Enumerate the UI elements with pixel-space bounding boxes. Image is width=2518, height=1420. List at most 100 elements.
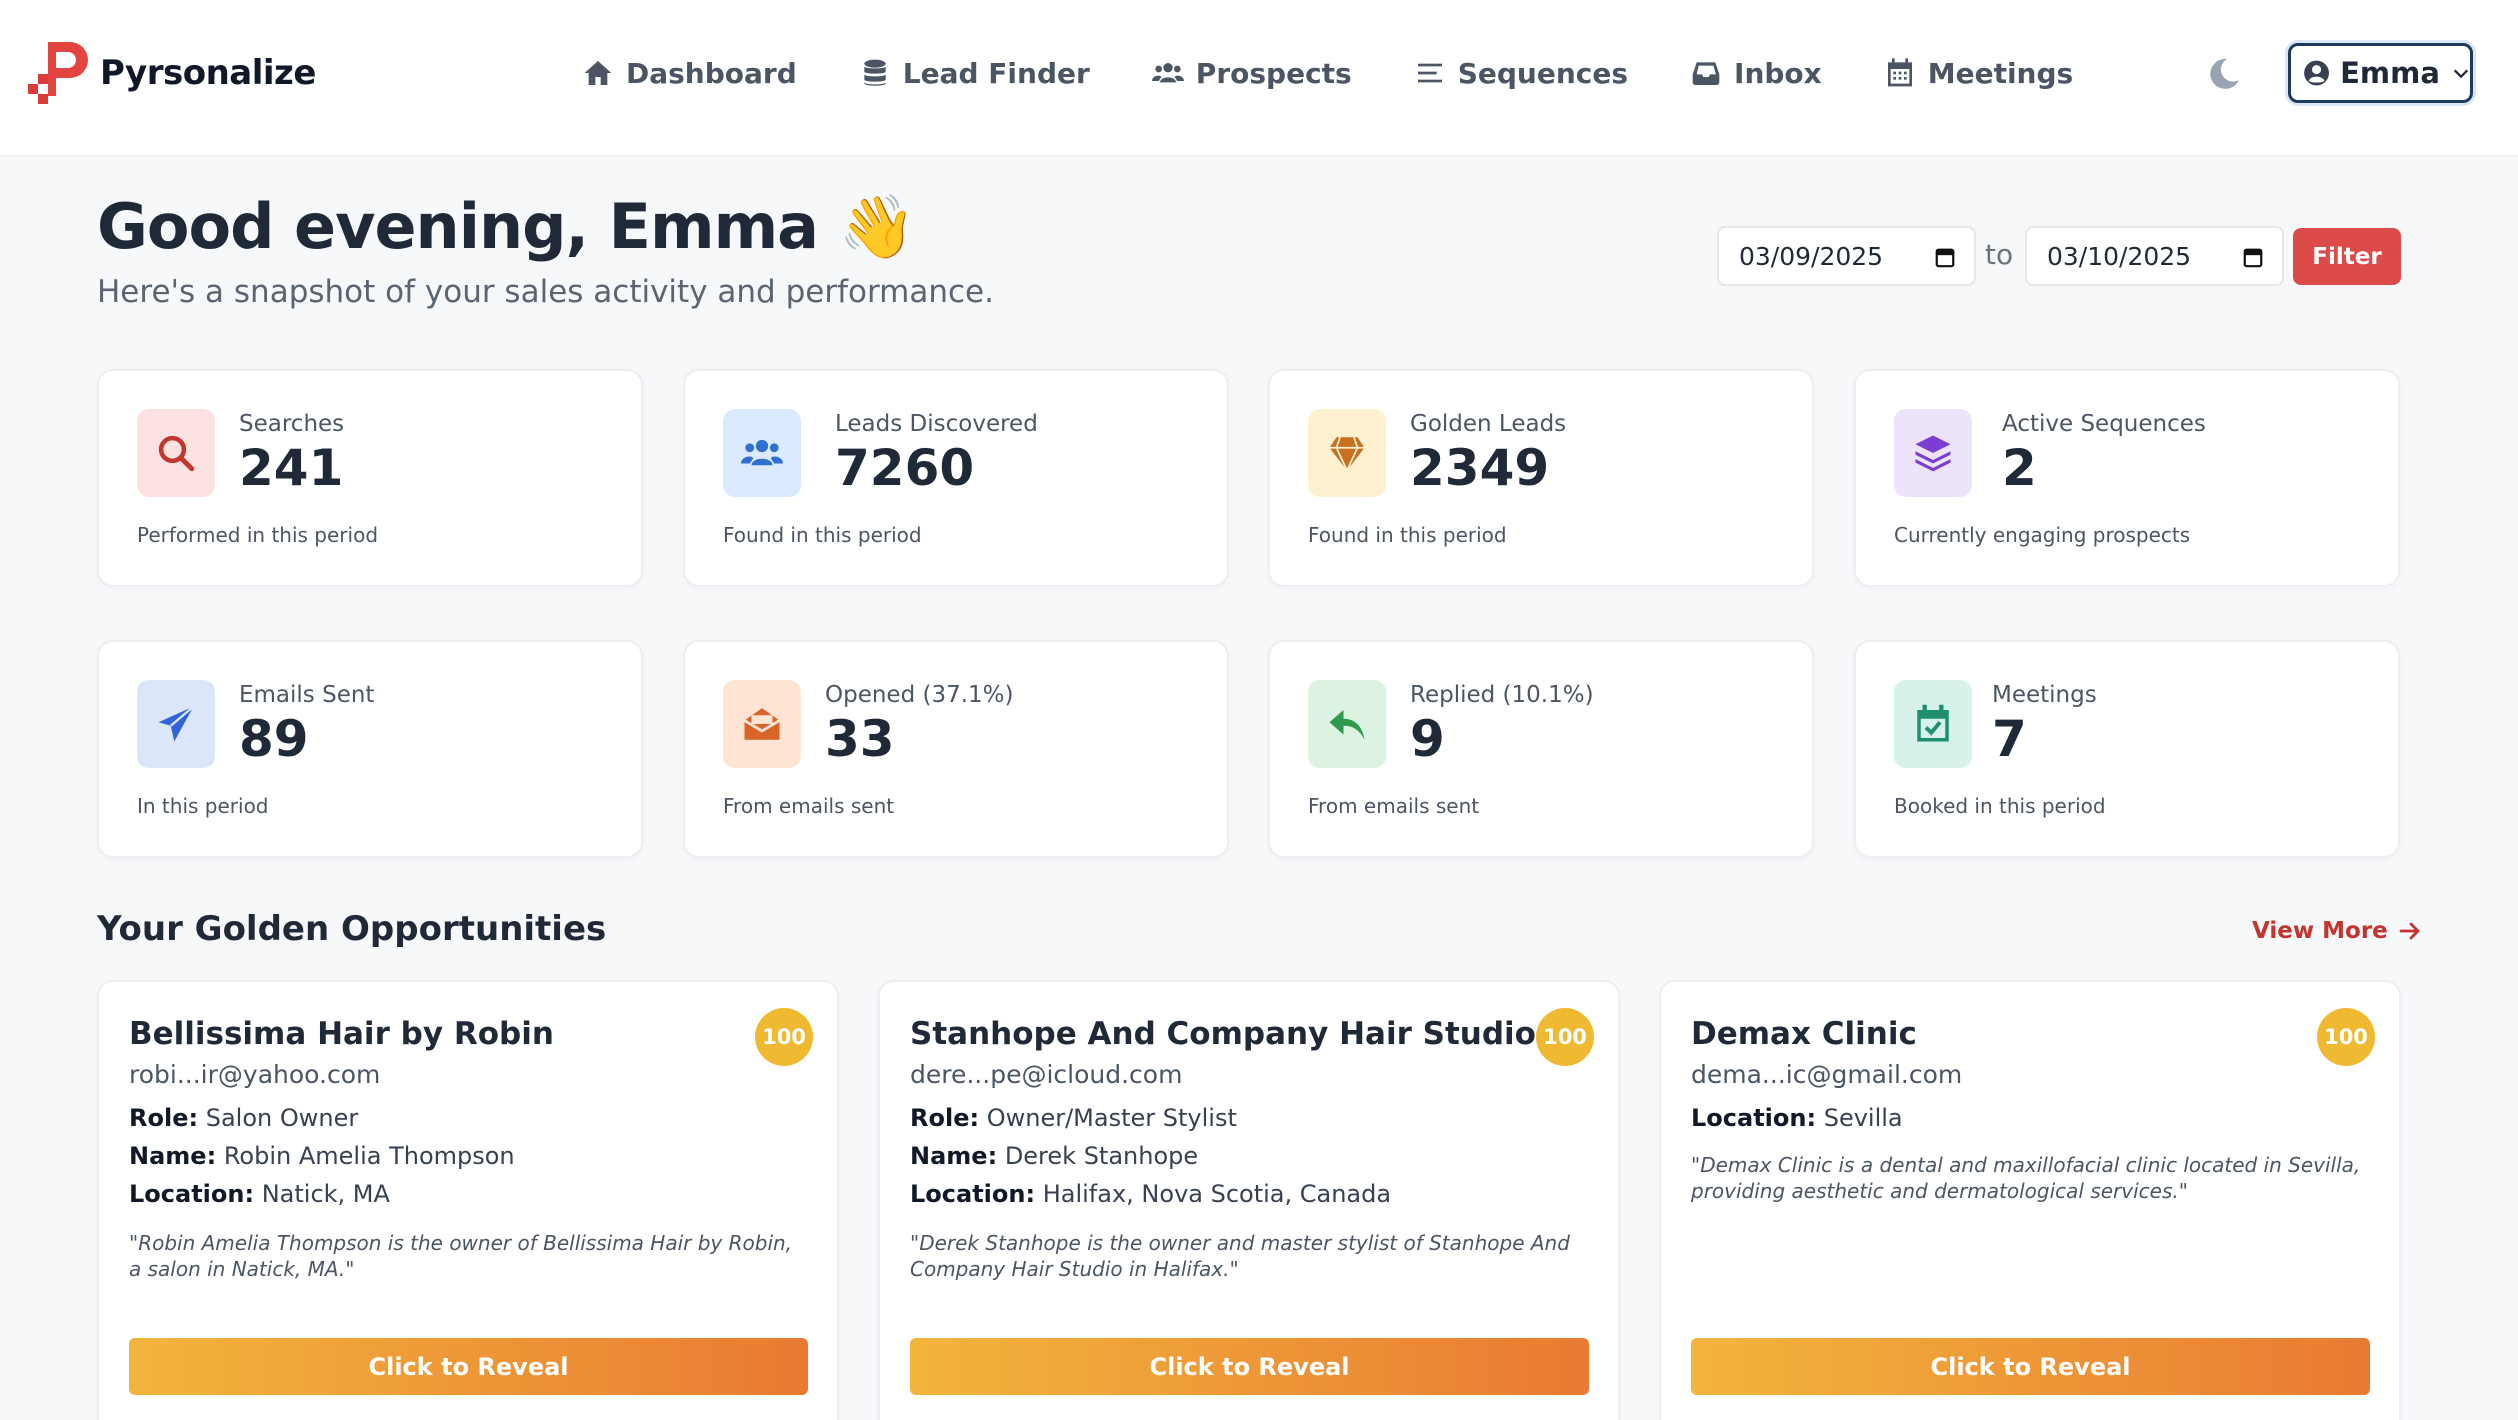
users-icon [741, 439, 783, 466]
stat-icon-box [1308, 680, 1386, 768]
opportunity-business-name: Demax Clinic [1691, 1016, 1917, 1052]
stat-caption: Booked in this period [1894, 794, 2106, 818]
name-label: Name: [129, 1142, 217, 1170]
opportunity-summary: "Derek Stanhope is the owner and master … [910, 1231, 1570, 1281]
opportunity-summary: "Demax Clinic is a dental and maxillofac… [1691, 1153, 2361, 1203]
nav-item-prospects[interactable]: Prospects [1151, 56, 1352, 90]
user-name: Emma [2340, 56, 2440, 90]
stat-label: Golden Leads [1410, 411, 1567, 437]
nav-label: Sequences [1457, 56, 1629, 90]
opportunity-role: Role: Salon Owner [129, 1104, 358, 1132]
stat-label: Searches [239, 411, 345, 437]
stat-icon-box [723, 680, 801, 768]
stat-icon-box [1894, 680, 1972, 768]
role-value: Salon Owner [205, 1104, 359, 1132]
stat-caption: In this period [137, 794, 269, 818]
opportunity-location: Location: Sevilla [1691, 1104, 1903, 1132]
stat-label: Meetings [1992, 682, 2097, 708]
opportunity-business-name: Stanhope And Company Hair Studio [910, 1016, 1536, 1052]
opportunity-business-name: Bellissima Hair by Robin [129, 1016, 554, 1052]
arrow-right-icon [2399, 922, 2420, 940]
chevron-down-icon [2453, 69, 2469, 79]
date-range-separator: to [1985, 238, 2014, 271]
calendar-icon [1887, 58, 1912, 87]
calendar-icon[interactable] [2242, 246, 2264, 268]
stat-icon-box [137, 680, 215, 768]
stat-value: 9 [1410, 710, 1445, 768]
pyrsonalize-logo-icon [28, 42, 88, 104]
stat-caption: Found in this period [1308, 523, 1507, 547]
opportunity-person: Name: Robin Amelia Thompson [129, 1142, 515, 1170]
stat-value: 2 [2002, 439, 2037, 497]
date-to-input[interactable]: 03/10/2025 [2025, 226, 2284, 286]
location-value: Natick, MA [261, 1180, 390, 1208]
opportunity-location: Location: Halifax, Nova Scotia, Canada [910, 1180, 1391, 1208]
brand-logo[interactable]: Pyrsonalize [22, 38, 316, 108]
users-icon [1151, 63, 1184, 83]
home-icon [584, 61, 612, 85]
stat-card-searches: Searches 241 Performed in this period [97, 369, 643, 587]
name-label: Name: [910, 1142, 998, 1170]
stat-card-leads-discovered: Leads Discovered 7260 Found in this peri… [683, 369, 1229, 587]
nav-item-inbox[interactable]: Inbox [1690, 57, 1822, 90]
reveal-button[interactable]: Click to Reveal [129, 1338, 808, 1395]
stat-caption: From emails sent [723, 794, 895, 818]
stat-card-replied: Replied (10.1%) 9 From emails sent [1268, 640, 1814, 858]
opportunity-email: dere...pe@icloud.com [910, 1060, 1183, 1089]
stat-value: 241 [239, 439, 344, 497]
stat-value: 7260 [835, 439, 975, 497]
opportunity-card: Bellissima Hair by Robin 100 robi...ir@y… [97, 980, 839, 1420]
user-menu-button[interactable]: Emma [2288, 43, 2473, 103]
stat-value: 89 [239, 710, 309, 768]
date-from-value: 03/09/2025 [1739, 241, 1884, 271]
opportunity-summary: "Robin Amelia Thompson is the owner of B… [129, 1231, 793, 1281]
stat-icon-box [137, 409, 215, 497]
calendar-icon[interactable] [1934, 246, 1956, 268]
inbox-icon [1692, 62, 1720, 85]
opportunity-email: robi...ir@yahoo.com [129, 1060, 381, 1089]
stat-icon-box [723, 409, 801, 497]
stat-label: Active Sequences [2002, 411, 2206, 437]
reveal-button[interactable]: Click to Reveal [1691, 1338, 2370, 1395]
score-badge: 100 [2317, 1008, 2375, 1066]
nav-item-lead-finder[interactable]: Lead Finder [859, 57, 1090, 90]
reply-icon [1329, 710, 1365, 740]
stat-value: 2349 [1410, 439, 1550, 497]
stat-card-golden-leads: Golden Leads 2349 Found in this period [1268, 369, 1814, 587]
score-badge: 100 [1536, 1008, 1594, 1066]
top-navbar: Pyrsonalize Dashboard Lead Finder Prospe… [0, 0, 2518, 157]
database-icon [864, 59, 886, 86]
waving-hand-emoji: 👋 [838, 190, 916, 263]
role-label: Role: [129, 1104, 199, 1132]
name-value: Robin Amelia Thompson [223, 1142, 515, 1170]
opportunity-role: Role: Owner/Master Stylist [910, 1104, 1237, 1132]
stat-caption: Currently engaging prospects [1894, 523, 2191, 547]
stat-caption: Found in this period [723, 523, 922, 547]
reveal-button[interactable]: Click to Reveal [910, 1338, 1589, 1395]
stat-value: 7 [1992, 710, 2027, 768]
location-label: Location: [1691, 1104, 1817, 1132]
opportunity-person: Name: Derek Stanhope [910, 1142, 1198, 1170]
view-more-link[interactable]: View More [2252, 918, 2422, 944]
stat-label: Leads Discovered [835, 411, 1038, 437]
nav-label: Lead Finder [902, 56, 1090, 90]
location-label: Location: [910, 1180, 1036, 1208]
opportunity-email: dema...ic@gmail.com [1691, 1060, 1963, 1089]
nav-label: Meetings [1927, 56, 2074, 90]
nav-item-meetings[interactable]: Meetings [1884, 57, 2073, 90]
date-from-input[interactable]: 03/09/2025 [1717, 226, 1976, 286]
moon-icon[interactable] [2206, 56, 2242, 92]
stat-card-opened: Opened (37.1%) 33 From emails sent [683, 640, 1229, 858]
search-icon [158, 435, 195, 472]
role-label: Role: [910, 1104, 980, 1132]
nav-item-sequences[interactable]: Sequences [1414, 57, 1628, 90]
user-circle-icon [2304, 60, 2329, 86]
nav-item-dashboard[interactable]: Dashboard [582, 57, 797, 90]
greeting-text: Good evening, Emma [97, 190, 819, 263]
brand-name: Pyrsonalize [100, 53, 316, 93]
list-icon [1417, 63, 1442, 83]
stat-card-active-sequences: Active Sequences 2 Currently engaging pr… [1854, 369, 2400, 587]
nav-label: Prospects [1195, 56, 1352, 90]
filter-button[interactable]: Filter [2293, 228, 2401, 285]
stat-label: Emails Sent [239, 682, 375, 708]
